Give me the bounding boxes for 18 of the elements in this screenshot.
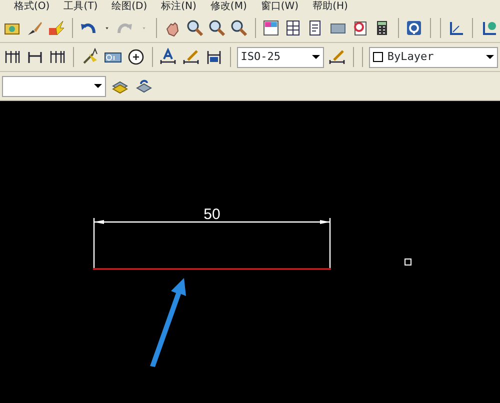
layer-dropdown[interactable] [2, 76, 106, 96]
center-mark-icon[interactable] [126, 46, 146, 68]
color-swatch [373, 52, 384, 62]
dimension-text: 50 [204, 206, 220, 223]
menu-item[interactable]: 标注(N) [161, 0, 196, 14]
menu-item[interactable]: 帮助(H) [312, 0, 348, 14]
zoom-icon[interactable] [185, 18, 204, 38]
color-dropdown[interactable]: ByLayer [369, 46, 498, 68]
menu-item[interactable]: 绘图(D) [112, 0, 148, 14]
grip-square [404, 258, 412, 266]
zoom-icon[interactable] [207, 18, 226, 38]
menu-item[interactable]: 修改(M) [210, 0, 247, 14]
menu-item[interactable]: 工具(T) [64, 0, 98, 14]
properties-icon[interactable] [262, 18, 281, 38]
dimension-style-dropdown[interactable]: ISO-25 [236, 46, 324, 68]
menu-item[interactable]: 窗口(W) [260, 0, 299, 14]
menu-item[interactable]: 格式(O) [14, 0, 50, 14]
zoom-icon[interactable] [229, 18, 249, 38]
